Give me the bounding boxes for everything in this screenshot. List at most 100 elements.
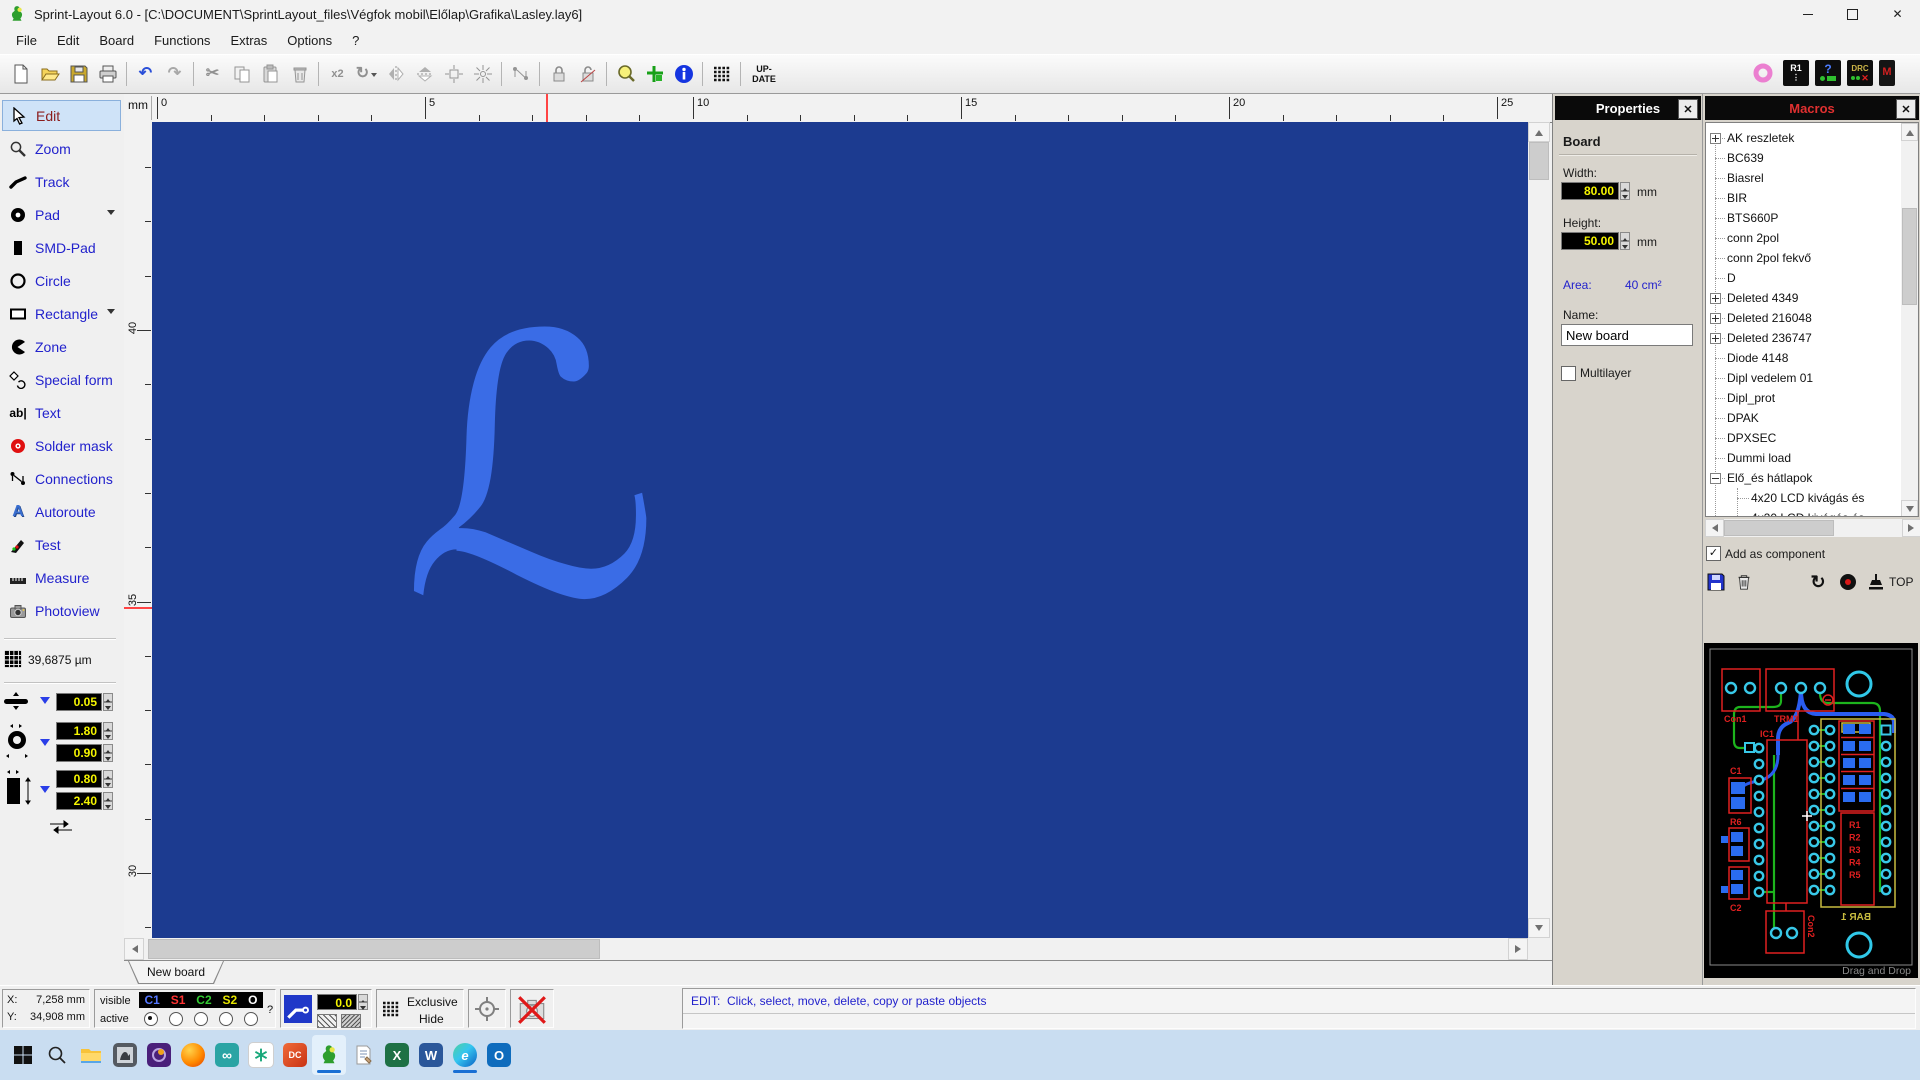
open-file-button[interactable]: [35, 60, 64, 89]
start-button[interactable]: [6, 1035, 40, 1075]
sidebar-item-test[interactable]: Test: [2, 529, 121, 560]
menu-board[interactable]: Board: [89, 28, 144, 54]
pcb-canvas[interactable]: ℒ: [152, 122, 1528, 938]
origin-panel[interactable]: [468, 989, 506, 1028]
layer-s1-radio[interactable]: [169, 1012, 184, 1026]
excel-icon[interactable]: X: [380, 1035, 414, 1075]
menu-options[interactable]: Options: [277, 28, 342, 54]
macro-tree-item[interactable]: Deleted 216048: [1706, 308, 1918, 328]
firefox-icon[interactable]: [176, 1035, 210, 1075]
vscroll-thumb[interactable]: [1529, 142, 1549, 180]
layer-s1-label[interactable]: S1: [171, 993, 186, 1007]
board-tab[interactable]: New board: [128, 961, 224, 984]
paste-button[interactable]: [256, 60, 285, 89]
board-name-input[interactable]: [1561, 324, 1693, 346]
notepad-icon[interactable]: [346, 1035, 380, 1075]
chevron-down-icon[interactable]: [107, 210, 115, 219]
pad-inner-field[interactable]: 0.90: [56, 744, 102, 762]
macro-tree-item[interactable]: Dipl vedelem 01: [1706, 368, 1918, 388]
rays-button[interactable]: [468, 60, 497, 89]
smd-height-field[interactable]: 2.40: [56, 792, 102, 810]
file-explorer-icon[interactable]: [74, 1035, 108, 1075]
macro-tree-item[interactable]: Dipl_prot: [1706, 388, 1918, 408]
macro-tree-item[interactable]: Elő_és hátlapok: [1706, 468, 1918, 488]
canvas-hscrollbar[interactable]: [124, 938, 1528, 960]
macro-tree-item[interactable]: BC639: [1706, 148, 1918, 168]
macro-tree-item[interactable]: BIR: [1706, 188, 1918, 208]
macro-preview-image[interactable]: Con1 TRM1 IC1 C1 R6 C2 Con2 R1 R2 R3 R4 R5 B…: [1704, 643, 1918, 978]
macro-tree-item[interactable]: Diode 4148: [1706, 348, 1918, 368]
infinity-app-icon[interactable]: ∞: [210, 1035, 244, 1075]
save-macro-button[interactable]: [1705, 570, 1727, 594]
macro-tree-item[interactable]: Deleted 4349: [1706, 288, 1918, 308]
mail-app-icon[interactable]: [142, 1035, 176, 1075]
pad-outer-field[interactable]: 1.80: [56, 722, 102, 740]
macro-tree-item[interactable]: DPAK: [1706, 408, 1918, 428]
layer-s2-label[interactable]: S2: [223, 993, 238, 1007]
sidebar-item-zone[interactable]: Zone: [2, 331, 121, 362]
info-button[interactable]: [669, 60, 698, 89]
snap-button[interactable]: [640, 60, 669, 89]
solder-ring-button[interactable]: [1748, 58, 1777, 87]
properties-close-button[interactable]: ✕: [1678, 99, 1698, 119]
sidebar-item-measure[interactable]: Measure: [2, 562, 121, 593]
exclusive-hide-panel[interactable]: Exclusive Hide: [376, 989, 464, 1028]
menu-functions[interactable]: Functions: [144, 28, 220, 54]
flip-vertical-button[interactable]: [410, 60, 439, 89]
macro-tree-item[interactable]: 4x20 LCD kivágás és: [1706, 508, 1918, 516]
pad-outer-spinner[interactable]: [103, 722, 113, 740]
menu-file[interactable]: File: [6, 28, 47, 54]
macro-tree-item[interactable]: DPXSEC: [1706, 428, 1918, 448]
new-document-button[interactable]: [6, 60, 35, 89]
grid-snap-field[interactable]: 0.0: [317, 994, 357, 1010]
menu-extras[interactable]: Extras: [220, 28, 277, 54]
grid-snap-spinner[interactable]: [358, 994, 368, 1010]
sidebar-item-photoview[interactable]: Photoview: [2, 595, 121, 626]
print-button[interactable]: [93, 60, 122, 89]
update-button[interactable]: UP- DATE: [745, 60, 783, 89]
add-as-component-checkbox[interactable]: ✓: [1706, 546, 1721, 561]
board-artwork-letter[interactable]: ℒ: [402, 290, 661, 650]
hatch-style-b[interactable]: [341, 1014, 361, 1028]
sidebar-item-zoom[interactable]: Zoom: [2, 133, 121, 164]
sidebar-item-track[interactable]: Track: [2, 166, 121, 197]
edge-icon[interactable]: e: [448, 1035, 482, 1075]
rotate-button[interactable]: ↻: [352, 60, 381, 89]
sidebar-item-text[interactable]: ab| Text: [2, 397, 121, 428]
macro-tree-item[interactable]: Deleted 236747: [1706, 328, 1918, 348]
scroll-down-button[interactable]: [1528, 918, 1550, 938]
hscroll-thumb[interactable]: [148, 939, 600, 959]
sidebar-item-solder-mask[interactable]: Solder mask: [2, 430, 121, 461]
swap-values-button[interactable]: [44, 820, 78, 837]
board-height-spinner[interactable]: [1620, 232, 1630, 250]
minimize-button[interactable]: [1785, 0, 1830, 28]
layer-active-radios[interactable]: [139, 1011, 263, 1027]
macro-tree-item[interactable]: BTS660P: [1706, 208, 1918, 228]
delete-macro-button[interactable]: [1733, 570, 1755, 594]
smd-width-spinner[interactable]: [103, 770, 113, 788]
stamp-top-icon[interactable]: [1865, 570, 1887, 594]
lock-button[interactable]: [544, 60, 573, 89]
macro-list-hscrollbar[interactable]: [1705, 519, 1920, 537]
scroll-up-button[interactable]: [1528, 122, 1550, 142]
outlook-icon[interactable]: O: [482, 1035, 516, 1075]
expand-plus-icon[interactable]: [1710, 133, 1721, 144]
menu-edit[interactable]: Edit: [47, 28, 89, 54]
redo-button[interactable]: ↷: [160, 60, 189, 89]
board-width-spinner[interactable]: [1620, 182, 1630, 200]
menu-help[interactable]: ?: [342, 28, 369, 54]
record-macro-button[interactable]: [1837, 570, 1859, 594]
track-width-spinner[interactable]: [103, 693, 113, 711]
layer-c2-label[interactable]: C2: [196, 993, 211, 1007]
r1-designator-button[interactable]: R1 ⋮: [1783, 59, 1809, 86]
macro-tree-item[interactable]: conn 2pol fekvő: [1706, 248, 1918, 268]
expand-plus-icon[interactable]: [1710, 313, 1721, 324]
smd-width-field[interactable]: 0.80: [56, 770, 102, 788]
dc-app-icon[interactable]: DC: [278, 1035, 312, 1075]
track-width-dropdown[interactable]: [40, 697, 50, 709]
sidebar-item-circle[interactable]: Circle: [2, 265, 121, 296]
layer-o-label[interactable]: O: [248, 993, 257, 1007]
undo-button[interactable]: ↶: [131, 60, 160, 89]
board-width-field[interactable]: 80.00: [1561, 182, 1619, 200]
layer-c1-radio[interactable]: [144, 1012, 159, 1026]
